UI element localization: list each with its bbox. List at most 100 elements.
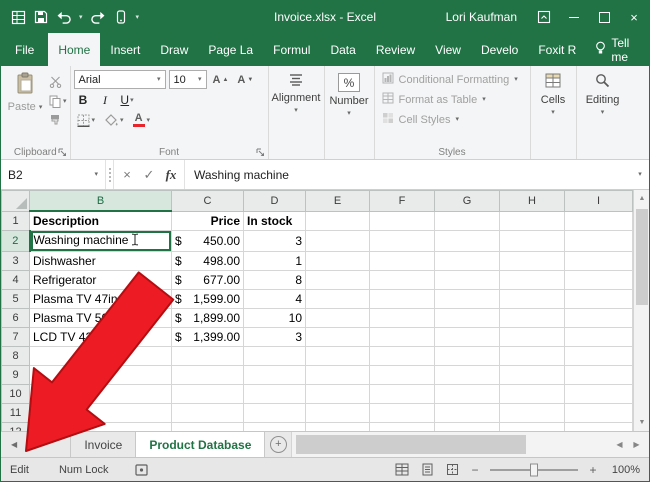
cell-f6[interactable] [369,308,435,328]
fill-color-button[interactable]: ▾ [101,111,127,129]
hscroll-left-icon[interactable]: ◀ [612,440,627,449]
cell-e9[interactable] [305,365,370,385]
ribbon-tab-develo[interactable]: Develo [471,33,528,66]
cell-h11[interactable] [499,403,565,423]
cell-c1[interactable]: Price [171,210,244,231]
cell-h8[interactable] [499,346,565,366]
cell-i1[interactable] [564,210,633,231]
maximize-button[interactable] [589,1,619,33]
cell-e2[interactable] [305,230,370,252]
cell-c2[interactable]: $450.00 [171,230,244,252]
column-header-d[interactable]: D [243,190,306,212]
cell-e10[interactable] [305,384,370,404]
cell-c12[interactable] [171,422,244,431]
underline-button[interactable]: U ▾ [118,91,137,109]
ribbon-tab-draw[interactable]: Draw [150,33,198,66]
cell-h3[interactable] [499,251,565,271]
column-header-i[interactable]: I [564,190,633,212]
ribbon-tab-formul[interactable]: Formul [263,33,320,66]
close-button[interactable]: × [619,1,649,33]
column-header-f[interactable]: F [369,190,435,212]
row-header-5[interactable]: 5 [1,289,30,309]
cell-b3[interactable]: Dishwasher [29,251,172,271]
cell-i3[interactable] [564,251,633,271]
cell-f11[interactable] [369,403,435,423]
cell-d6[interactable]: 10 [243,308,306,328]
cell-h9[interactable] [499,365,565,385]
name-box[interactable]: B2 ▾ [1,160,106,189]
cell-i8[interactable] [564,346,633,366]
cell-g12[interactable] [434,422,500,431]
cell-g6[interactable] [434,308,500,328]
borders-button[interactable]: ▾ [74,111,99,129]
cell-g10[interactable] [434,384,500,404]
formula-bar-handle[interactable] [106,160,114,189]
ribbon-display-options-icon[interactable] [529,1,559,33]
zoom-slider[interactable] [490,463,578,476]
cell-g3[interactable] [434,251,500,271]
column-header-b[interactable]: B [29,190,172,212]
alignment-group[interactable]: Alignment ▾ [269,66,325,159]
cell-i11[interactable] [564,403,633,423]
vertical-scroll-track[interactable] [634,207,649,414]
sheet-tab-product-database[interactable]: Product Database [135,432,266,457]
cell-f7[interactable] [369,327,435,347]
cell-d10[interactable] [243,384,306,404]
row-header-10[interactable]: 10 [1,384,30,404]
zoom-out-icon[interactable]: − [469,463,481,477]
formula-input[interactable]: Washing machine [185,160,631,189]
cell-i12[interactable] [564,422,633,431]
cell-h7[interactable] [499,327,565,347]
sheet-tab-invoice[interactable]: Invoice [70,432,137,457]
cell-g2[interactable] [434,230,500,252]
ribbon-tab-data[interactable]: Data [320,33,365,66]
zoom-level[interactable]: 100% [608,464,640,476]
minimize-button[interactable] [559,1,589,33]
cell-c9[interactable] [171,365,244,385]
ribbon-tab-page-la[interactable]: Page La [198,33,263,66]
cell-b10[interactable] [29,384,172,404]
cell-g9[interactable] [434,365,500,385]
cell-e11[interactable] [305,403,370,423]
hscroll-right-icon[interactable]: ▶ [629,440,644,449]
scroll-down-icon[interactable]: ▼ [634,414,649,431]
cell-f9[interactable] [369,365,435,385]
editing-group[interactable]: Editing ▾ [577,66,629,159]
cell-b9[interactable] [29,365,172,385]
cell-d3[interactable]: 1 [243,251,306,271]
clipboard-dialog-launcher[interactable] [58,147,68,157]
cell-i5[interactable] [564,289,633,309]
paste-button[interactable]: Paste ▾ [4,68,46,127]
new-sheet-button[interactable]: + [265,432,291,457]
cell-g8[interactable] [434,346,500,366]
row-header-3[interactable]: 3 [1,251,30,271]
cell-b5[interactable]: Plasma TV 47inch [29,289,172,309]
cell-e5[interactable] [305,289,370,309]
qat-customize-icon[interactable]: ▾ [136,13,140,21]
cell-g7[interactable] [434,327,500,347]
font-name-select[interactable]: Arial ▾ [73,70,166,89]
cell-e7[interactable] [305,327,370,347]
sheet-nav-left-icon[interactable]: ◀ [11,440,17,449]
formula-bar-expand-icon[interactable]: ▾ [631,160,649,189]
cell-d4[interactable]: 8 [243,270,306,290]
name-box-dropdown-icon[interactable]: ▾ [94,171,98,178]
cell-e1[interactable] [305,210,370,231]
cell-f5[interactable] [369,289,435,309]
cell-b4[interactable]: Refrigerator [29,270,172,290]
redo-icon[interactable] [90,9,106,25]
cell-c7[interactable]: $1,399.00 [171,327,244,347]
share-button[interactable]: Share [638,33,649,66]
copy-icon[interactable]: ▾ [49,94,67,108]
cell-g1[interactable] [434,210,500,231]
font-size-select[interactable]: 10 ▾ [168,70,207,89]
bold-button[interactable]: B [74,91,93,109]
column-header-e[interactable]: E [305,190,370,212]
row-header-9[interactable]: 9 [1,365,30,385]
cell-c5[interactable]: $1,599.00 [171,289,244,309]
cell-h5[interactable] [499,289,565,309]
row-header-2[interactable]: 2 [1,230,31,252]
italic-button[interactable]: I [96,91,115,109]
font-color-button[interactable]: A ▾ [130,111,154,129]
row-header-4[interactable]: 4 [1,270,30,290]
